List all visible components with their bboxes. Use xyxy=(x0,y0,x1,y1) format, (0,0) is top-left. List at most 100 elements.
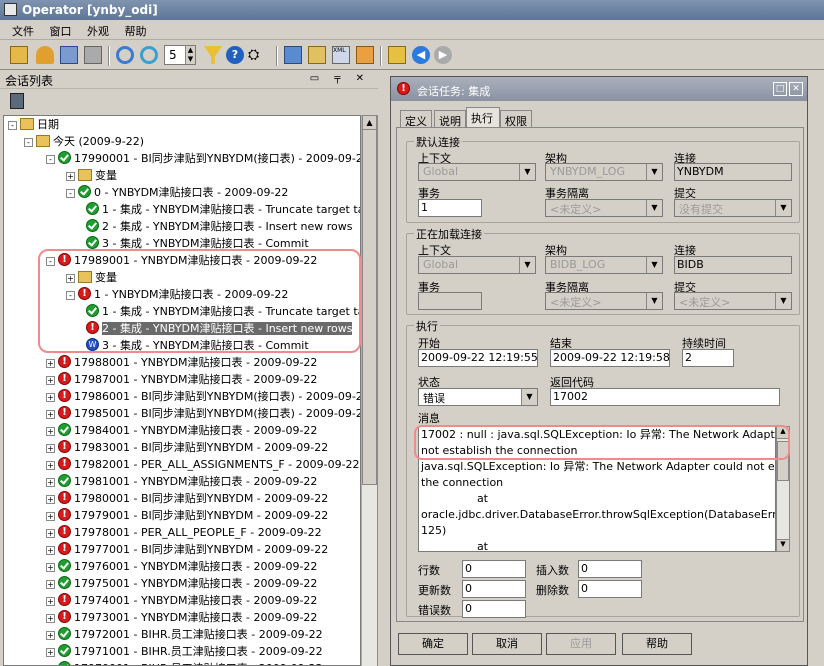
maximize-button[interactable]: □ xyxy=(773,82,787,96)
collapse-icon[interactable]: - xyxy=(8,121,17,130)
tree-row[interactable]: +17975001 - YNBYDM津贴接口表 - 2009-09-22 xyxy=(46,575,317,592)
expand-icon[interactable]: + xyxy=(46,512,55,521)
cancel-button[interactable]: 取消 xyxy=(472,633,542,655)
tree-row[interactable]: - 日期 xyxy=(8,116,59,133)
help-icon[interactable]: ? xyxy=(226,46,244,64)
back-icon[interactable]: ◀ xyxy=(412,46,430,64)
error-icon xyxy=(58,524,71,539)
panel-controls[interactable]: ▭ ╤ ✕ xyxy=(310,73,370,84)
tree-row[interactable]: +17972001 - BIHR.员工津贴接口表 - 2009-09-22 xyxy=(46,626,323,643)
deletes-field[interactable]: 0 xyxy=(578,580,642,598)
tree-row[interactable]: +17976001 - YNBYDM津贴接口表 - 2009-09-22 xyxy=(46,558,317,575)
binoculars-icon[interactable]: ⛭ xyxy=(248,46,266,64)
status-select[interactable]: 错误 ▼ xyxy=(418,388,538,406)
tree-row[interactable]: - 0 - YNBYDM津贴接口表 - 2009-09-22 xyxy=(66,184,288,201)
tree-row[interactable]: +17988001 - YNBYDM津贴接口表 - 2009-09-22 xyxy=(46,354,317,371)
menu-help[interactable]: 帮助 xyxy=(125,20,147,39)
import-icon[interactable] xyxy=(356,46,374,64)
transaction-field[interactable]: 1 xyxy=(418,199,482,217)
tree-row[interactable]: - 今天 (2009-9-22) xyxy=(24,133,144,150)
session-icon[interactable] xyxy=(10,46,28,64)
tree-row[interactable]: +17986001 - BI同步津贴到YNBYDM(接口表) - 2009-09… xyxy=(46,388,360,405)
expand-icon[interactable]: + xyxy=(46,597,55,606)
expand-icon[interactable]: + xyxy=(46,631,55,640)
expand-icon[interactable]: + xyxy=(46,580,55,589)
end-field[interactable]: 2009-09-22 12:19:58.0 xyxy=(550,349,670,367)
scenario-icon[interactable] xyxy=(60,46,78,64)
expand-icon[interactable]: + xyxy=(46,359,55,368)
tree-row[interactable]: 2 - 集成 - YNBYDM津贴接口表 - Insert new rows xyxy=(86,218,352,235)
expand-icon[interactable]: + xyxy=(46,478,55,487)
tree-row[interactable]: +17979001 - BI同步津贴到YNBYDM - 2009-09-22 xyxy=(46,507,328,524)
xml-export-icon[interactable]: XML xyxy=(332,46,350,64)
expand-icon[interactable]: + xyxy=(46,427,55,436)
menu-file[interactable]: 文件 xyxy=(12,20,34,39)
tree-row[interactable]: +17971001 - BIHR.员工津贴接口表 - 2009-09-22 xyxy=(46,643,323,660)
purge-log-icon[interactable] xyxy=(308,46,326,64)
tree-scrollbar[interactable]: ▲ xyxy=(361,115,377,666)
rows-field[interactable]: 0 xyxy=(462,560,526,578)
tree-row[interactable]: + 变量 xyxy=(66,167,117,184)
trash-icon[interactable] xyxy=(10,93,24,109)
scroll-up-button[interactable]: ▲ xyxy=(362,115,377,130)
help-button[interactable]: 帮助 xyxy=(622,633,692,655)
refresh-icon[interactable] xyxy=(116,46,134,64)
expand-icon[interactable]: + xyxy=(46,376,55,385)
tree-row[interactable]: +17977001 - BI同步津贴到YNBYDM - 2009-09-22 xyxy=(46,541,328,558)
tree-row[interactable]: +17987001 - YNBYDM津贴接口表 - 2009-09-22 xyxy=(46,371,317,388)
apply-button[interactable]: 应用 xyxy=(546,633,616,655)
tree-row[interactable]: +17973001 - YNBYDM津贴接口表 - 2009-09-22 xyxy=(46,609,317,626)
expand-icon[interactable]: + xyxy=(46,614,55,623)
tree-row[interactable]: +17978001 - PER_ALL_PEOPLE_F - 2009-09-2… xyxy=(46,524,322,541)
tree-row[interactable]: +17970001 - BIHR.员工津贴接口表 - 2009-09-22 xyxy=(46,660,323,665)
expand-icon[interactable]: + xyxy=(46,529,55,538)
spinner-arrows[interactable]: ▲ ▼ xyxy=(185,46,195,64)
return-code-field[interactable]: 17002 xyxy=(550,388,780,406)
ok-button[interactable]: 确定 xyxy=(398,633,468,655)
tree-row[interactable]: 1 - 集成 - YNBYDM津贴接口表 - Truncate target t… xyxy=(86,201,360,218)
tab-definition[interactable]: 定义 xyxy=(400,110,432,128)
expand-icon[interactable]: + xyxy=(46,546,55,555)
refresh-interval-spinner[interactable]: 5 ▲ ▼ xyxy=(164,45,196,65)
session-tree[interactable]: - 日期 - 今天 (2009-9-22) -17990001 - BI同步津贴到YNB… xyxy=(3,115,361,666)
errors-field[interactable]: 0 xyxy=(462,600,526,618)
auto-refresh-icon[interactable] xyxy=(140,46,158,64)
close-button[interactable]: ✕ xyxy=(789,82,803,96)
collapse-icon[interactable]: - xyxy=(24,138,33,147)
collapse-icon[interactable]: - xyxy=(46,155,55,164)
message-line: the connection xyxy=(421,476,504,489)
updates-field[interactable]: 0 xyxy=(462,580,526,598)
load-connection-field: BIDB xyxy=(674,256,792,274)
tree-row[interactable]: +17981001 - YNBYDM津贴接口表 - 2009-09-22 xyxy=(46,473,317,490)
collapse-icon[interactable]: - xyxy=(66,189,75,198)
expand-icon[interactable]: + xyxy=(46,393,55,402)
duration-field[interactable]: 2 xyxy=(682,349,734,367)
tree-row[interactable]: +17974001 - YNBYDM津贴接口表 - 2009-09-22 xyxy=(46,592,317,609)
start-field[interactable]: 2009-09-22 12:19:55.0 xyxy=(418,349,538,367)
expand-icon[interactable]: + xyxy=(46,495,55,504)
open-folder-icon[interactable] xyxy=(388,46,406,64)
tab-privileges[interactable]: 权限 xyxy=(500,110,532,128)
tree-row[interactable]: - 17990001 - BI同步津贴到YNBYDM(接口表) - 2009-09… xyxy=(46,150,360,167)
tree-row[interactable]: +17985001 - BI同步津贴到YNBYDM(接口表) - 2009-09… xyxy=(46,405,360,422)
delete-icon[interactable] xyxy=(284,46,302,64)
tree-row[interactable]: +17982001 - PER_ALL_ASSIGNMENTS_F - 2009… xyxy=(46,456,360,473)
expand-icon[interactable]: + xyxy=(46,410,55,419)
expand-icon[interactable]: + xyxy=(46,563,55,572)
expand-icon[interactable]: + xyxy=(46,461,55,470)
agent-icon[interactable] xyxy=(36,46,54,64)
filter-icon[interactable] xyxy=(204,46,222,64)
expand-icon[interactable]: + xyxy=(46,444,55,453)
expand-icon[interactable]: + xyxy=(46,648,55,657)
expand-icon[interactable]: + xyxy=(66,172,75,181)
menu-appearance[interactable]: 外观 xyxy=(87,20,109,39)
inserts-field[interactable]: 0 xyxy=(578,560,642,578)
menu-window[interactable]: 窗口 xyxy=(50,20,72,39)
tree-row[interactable]: +17983001 - BI同步津贴到YNBYDM - 2009-09-22 xyxy=(46,439,328,456)
msg-scroll-down[interactable]: ▼ xyxy=(777,539,789,551)
scroll-thumb[interactable] xyxy=(362,129,377,485)
tab-execution[interactable]: 执行 xyxy=(466,107,500,128)
tree-row[interactable]: +17984001 - YNBYDM津贴接口表 - 2009-09-22 xyxy=(46,422,317,439)
tree-row[interactable]: +17980001 - BI同步津贴到YNBYDM - 2009-09-22 xyxy=(46,490,328,507)
tab-description[interactable]: 说明 xyxy=(434,110,466,128)
